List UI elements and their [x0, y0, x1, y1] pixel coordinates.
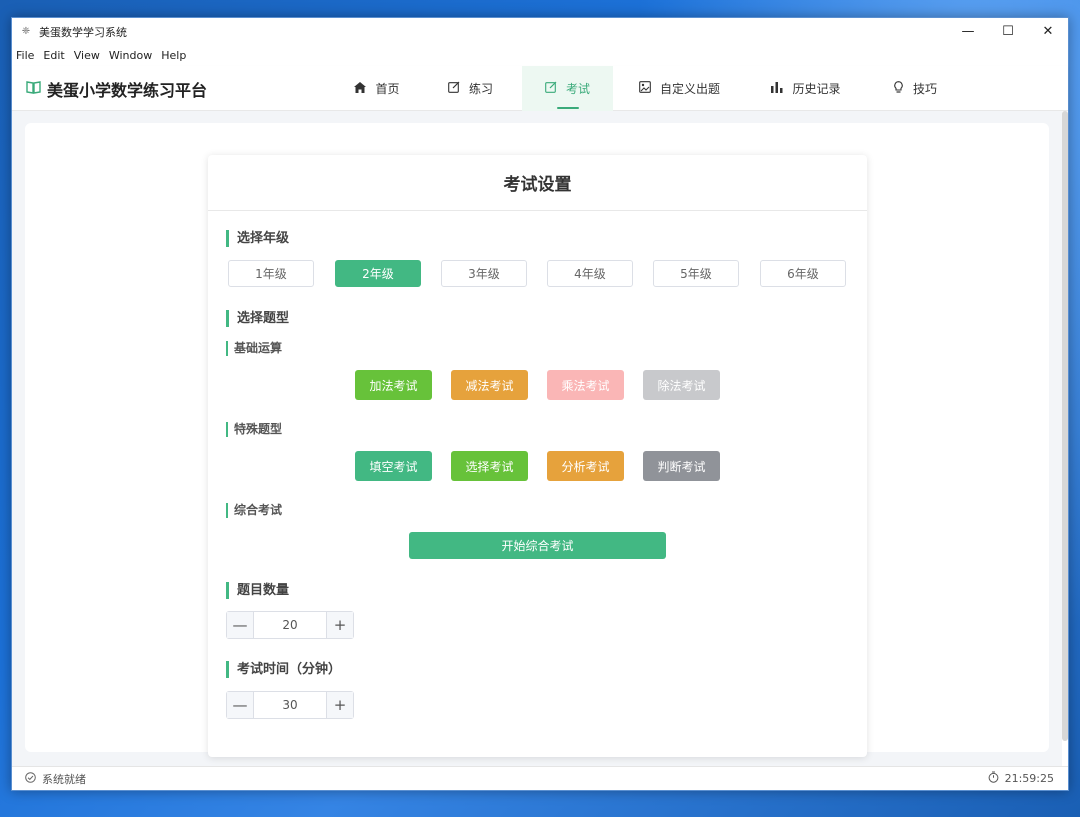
choice-exam-button[interactable]: 选择考试 [451, 451, 528, 481]
card-header: 考试设置 [208, 155, 867, 211]
status-right: 21:59:25 [988, 771, 1054, 786]
analysis-exam-button[interactable]: 分析考试 [547, 451, 624, 481]
type-section-title: 选择题型 [226, 310, 289, 327]
count-input[interactable]: 20 [254, 612, 326, 638]
special-types-title: 特殊题型 [226, 422, 282, 437]
nav-practice-label: 练习 [468, 82, 493, 96]
menu-window[interactable]: Window [109, 49, 152, 62]
home-icon [354, 81, 367, 96]
edit-icon [545, 81, 557, 96]
nav-tips[interactable]: 技巧 [866, 66, 964, 111]
nav-history[interactable]: 历史记录 [746, 66, 866, 111]
chart-icon [771, 81, 783, 96]
nav-home[interactable]: 首页 [335, 66, 419, 111]
nav-custom-label: 自定义出题 [659, 82, 720, 96]
brand: 美蛋小学数学练习平台 [26, 66, 207, 111]
exam-settings-card: 考试设置 选择年级 1年级 2年级 3年级 4年级 5年级 6年级 选择题型 基… [208, 155, 867, 757]
nav-custom-questions[interactable]: 自定义出题 [613, 66, 746, 111]
maximize-button[interactable]: ☐ [988, 18, 1028, 45]
app-header: 美蛋小学数学练习平台 首页 练习 考试 自定义出题 历史记录 技巧 [12, 66, 1068, 111]
basic-ops-title: 基础运算 [226, 341, 282, 356]
title-bar: ❈ 美蛋数学学习系统 — ☐ ✕ [12, 18, 1068, 45]
minimize-button[interactable]: — [948, 18, 988, 45]
brand-name: 美蛋小学数学练习平台 [47, 80, 208, 100]
menu-bar: File Edit View Window Help [12, 45, 1068, 66]
subtraction-exam-button[interactable]: 减法考试 [451, 370, 528, 400]
start-comprehensive-exam-button[interactable]: 开始综合考试 [409, 532, 666, 559]
lightbulb-icon [893, 81, 904, 96]
status-text: 系统就绪 [42, 772, 86, 786]
close-button[interactable]: ✕ [1028, 18, 1068, 45]
status-left: 系统就绪 [25, 771, 86, 787]
nav-practice[interactable]: 练习 [419, 66, 522, 111]
question-count-title: 题目数量 [226, 582, 289, 599]
question-count-stepper: — 20 + [226, 611, 354, 639]
nav-tips-label: 技巧 [912, 82, 937, 96]
card-title: 考试设置 [503, 175, 572, 195]
grade-button-4[interactable]: 4年级 [547, 260, 633, 287]
addition-exam-button[interactable]: 加法考试 [355, 370, 432, 400]
nav-history-label: 历史记录 [792, 82, 841, 96]
count-increment-button[interactable]: + [326, 612, 353, 638]
menu-file[interactable]: File [16, 49, 34, 62]
timer-icon [988, 771, 999, 786]
grade-button-3[interactable]: 3年级 [441, 260, 527, 287]
grade-button-6[interactable]: 6年级 [760, 260, 846, 287]
window-title: 美蛋数学学习系统 [39, 25, 127, 39]
nav-exam[interactable]: 考试 [522, 66, 613, 111]
time-decrement-button[interactable]: — [227, 692, 254, 718]
grade-button-1[interactable]: 1年级 [228, 260, 314, 287]
grade-section-title: 选择年级 [226, 230, 289, 247]
menu-view[interactable]: View [74, 49, 100, 62]
status-bar: 系统就绪 21:59:25 [12, 766, 1068, 790]
exam-time-title: 考试时间（分钟） [226, 661, 341, 678]
check-circle-icon [25, 771, 36, 786]
judgment-exam-button[interactable]: 判断考试 [643, 451, 720, 481]
nav-home-label: 首页 [375, 82, 400, 96]
picture-icon [639, 81, 651, 96]
window-controls: — ☐ ✕ [948, 18, 1068, 45]
main-nav: 首页 练习 考试 自定义出题 历史记录 技巧 [335, 66, 964, 111]
menu-help[interactable]: Help [161, 49, 186, 62]
time-input[interactable]: 30 [254, 692, 326, 718]
multiplication-exam-button[interactable]: 乘法考试 [547, 370, 624, 400]
fill-blank-exam-button[interactable]: 填空考试 [355, 451, 432, 481]
comprehensive-title: 综合考试 [226, 503, 282, 518]
grade-button-5[interactable]: 5年级 [653, 260, 739, 287]
grade-button-2[interactable]: 2年级 [335, 260, 421, 287]
time-increment-button[interactable]: + [326, 692, 353, 718]
menu-edit[interactable]: Edit [43, 49, 64, 62]
app-window: ❈ 美蛋数学学习系统 — ☐ ✕ File Edit View Window H… [11, 17, 1069, 791]
nav-exam-label: 考试 [565, 82, 590, 96]
status-clock: 21:59:25 [1004, 772, 1054, 785]
division-exam-button[interactable]: 除法考试 [643, 370, 720, 400]
scrollbar[interactable] [1062, 111, 1068, 741]
count-decrement-button[interactable]: — [227, 612, 254, 638]
book-icon [26, 80, 41, 98]
app-icon: ❈ [21, 26, 31, 37]
edit-icon [448, 81, 460, 96]
exam-time-stepper: — 30 + [226, 691, 354, 719]
